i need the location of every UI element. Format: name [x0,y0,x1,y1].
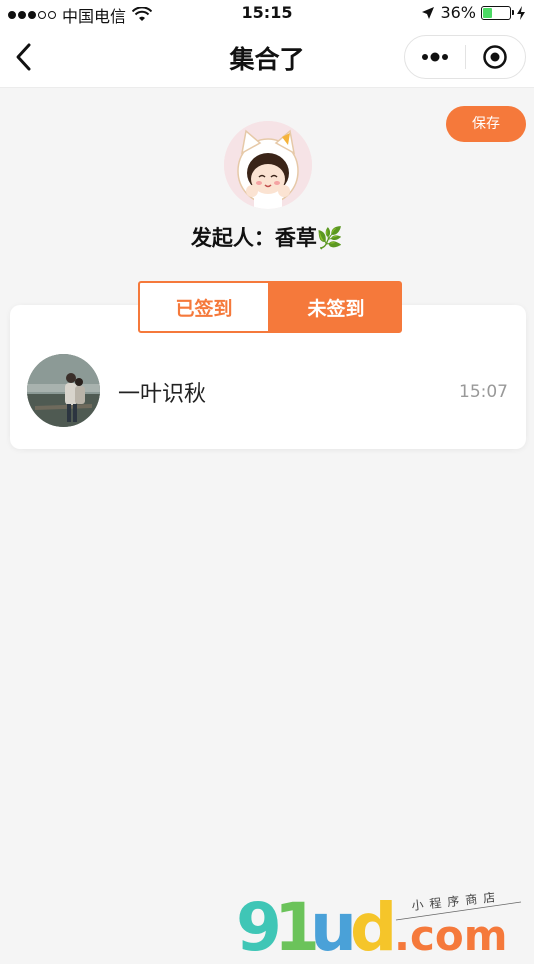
initiator-line: 发起人：香草🌿 [0,222,534,252]
more-button[interactable] [405,36,465,78]
list-item[interactable]: 一叶识秋 15:07 [10,350,526,430]
back-button[interactable] [12,40,38,74]
nav-bar: 集合了 [0,26,534,88]
status-right: 36% [421,3,526,22]
target-circle-icon [483,45,507,69]
close-miniapp-button[interactable] [466,36,526,78]
battery-percent: 36% [440,3,476,22]
save-button[interactable]: 保存 [446,106,526,142]
tab-signed-in[interactable]: 已签到 [138,281,270,333]
watermark-logo-icon: 9 1 u d .com 小程序商店 [236,889,522,964]
svg-text:小程序商店: 小程序商店 [411,889,502,913]
battery-fill [483,7,493,18]
status-bar: 中国电信 15:15 36% [0,0,534,26]
capsule-menu [404,35,526,79]
svg-text:d: d [350,889,397,960]
member-avatar [27,354,100,427]
initiator-name: 香草 [274,226,317,250]
initiator-avatar [224,121,312,209]
chevron-left-icon [16,43,31,71]
member-time: 15:07 [459,382,508,402]
charging-icon [517,5,525,20]
svg-text:.com: .com [394,911,507,960]
site-watermark: 9 1 u d .com 小程序商店 [236,888,526,964]
signin-tabs: 已签到 未签到 [138,281,402,333]
more-dots-icon [421,52,448,62]
location-arrow-icon [422,6,435,19]
member-name: 一叶识秋 [118,382,207,407]
herb-emoji: 🌿 [316,226,344,250]
initiator-label: 发起人： [190,226,275,250]
member-photo-image [27,354,100,427]
tab-not-signed-in[interactable]: 未签到 [270,281,402,333]
cartoon-avatar-image [224,121,312,209]
battery-icon [481,5,514,20]
